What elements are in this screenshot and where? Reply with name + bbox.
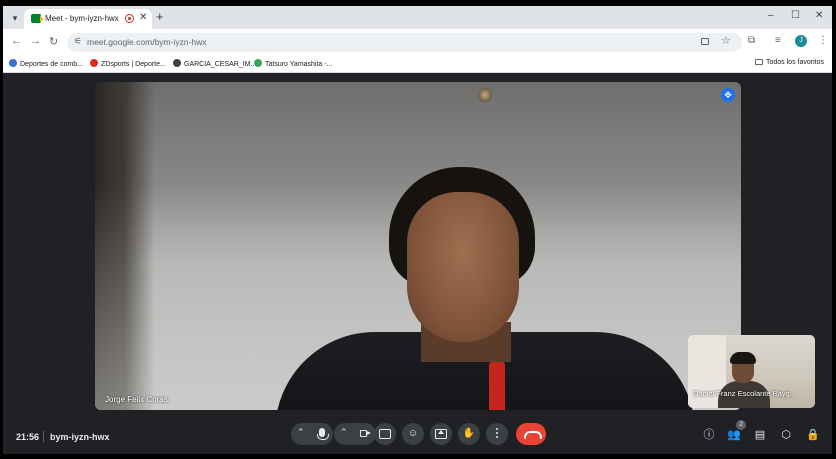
camera-control: ⌃ — [334, 423, 376, 445]
raise-hand-button[interactable]: ✋ — [458, 423, 480, 445]
minimize-button[interactable]: – — [768, 10, 774, 21]
bookmarks-bar: Deportes de comb... ZDsports | Deporte..… — [3, 56, 832, 73]
camera-in-use-icon[interactable] — [701, 38, 709, 45]
hand-icon: ✋ — [462, 428, 476, 439]
bookmark-item[interactable]: GARCIA_CESAR_IM... — [173, 59, 256, 68]
url-text[interactable]: meet.google.com/bym-iyzn-hwx — [87, 37, 207, 47]
present-screen-icon — [435, 429, 447, 439]
people-icon[interactable]: 👥 — [727, 428, 741, 442]
bookmark-item[interactable]: ZDsports | Deporte... — [90, 59, 166, 68]
more-options-button[interactable] — [486, 423, 508, 445]
tab-meet[interactable]: Meet - bym-iyzn-hwx ✕ — [24, 9, 152, 29]
activities-icon[interactable]: ⬡ — [779, 428, 793, 442]
reload-icon[interactable]: ↻ — [49, 35, 58, 48]
bookmark-item[interactable]: Deportes de comb... — [9, 59, 83, 68]
bookmark-item[interactable]: Tatsuro Yamashita -... — [254, 59, 332, 68]
camera-icon — [360, 430, 371, 437]
all-bookmarks-folder[interactable]: Todos los favoritos — [755, 59, 824, 66]
meet-favicon-icon — [31, 14, 44, 23]
meet-stage: ✥ Jorge Felix Coras Daniel Franz Escolan… — [3, 73, 832, 454]
browser-window: ▾ Meet - bym-iyzn-hwx ✕ + – ☐ ✕ ← → ↻ ⚟ … — [3, 6, 832, 454]
close-window-button[interactable]: ✕ — [815, 10, 823, 21]
profile-avatar[interactable]: J — [795, 35, 807, 47]
address-bar[interactable]: ⚟ meet.google.com/bym-iyzn-hwx ☆ — [67, 33, 742, 52]
bookmark-favicon-icon — [254, 59, 262, 67]
more-vertical-icon — [496, 428, 498, 430]
participant-jacket-stripe — [489, 362, 505, 410]
new-tab-button[interactable]: + — [156, 9, 164, 24]
microphone-control: ⌃ — [291, 423, 333, 445]
tab-close-icon[interactable]: ✕ — [139, 12, 147, 23]
menu-kebab-icon[interactable]: ⋮ — [818, 35, 828, 46]
reactions-button[interactable]: ☺ — [402, 423, 424, 445]
maximize-button[interactable]: ☐ — [791, 10, 800, 21]
captions-button[interactable] — [374, 423, 396, 445]
site-info-icon[interactable]: ⚟ — [74, 36, 82, 47]
participant-face — [407, 192, 519, 342]
recording-indicator-icon — [125, 14, 134, 23]
video-options-chevron-icon[interactable]: ⌃ — [340, 427, 348, 438]
bookmark-favicon-icon — [9, 59, 17, 67]
bookmark-star-icon[interactable]: ☆ — [721, 34, 731, 47]
tab-title: Meet - bym-iyzn-hwx — [45, 14, 119, 23]
meeting-details-info-icon[interactable]: ⓘ — [702, 428, 716, 442]
extensions-icon[interactable]: ⧉ — [748, 35, 755, 46]
present-button[interactable] — [430, 423, 452, 445]
leave-call-button[interactable] — [516, 423, 546, 445]
bookmark-favicon-icon — [90, 59, 98, 67]
chat-icon[interactable]: ▤ — [753, 428, 767, 442]
main-participant-name: Jorge Felix Coras — [105, 395, 168, 404]
meeting-clock: 21:56 — [16, 432, 40, 442]
forward-arrow-icon[interactable]: → — [30, 35, 41, 47]
meeting-code: bym-iyzn-hwx — [50, 432, 110, 442]
tile-options-icon[interactable]: ✥ — [721, 88, 735, 102]
video-ceiling-lamp — [478, 88, 492, 102]
divider — [43, 431, 44, 442]
captions-icon — [379, 429, 391, 439]
main-participant-tile[interactable]: ✥ Jorge Felix Coras — [95, 82, 741, 410]
back-arrow-icon[interactable]: ← — [11, 35, 22, 47]
bookmark-favicon-icon — [173, 59, 181, 67]
tab-search-chevron-icon[interactable]: ▾ — [7, 10, 23, 26]
tab-strip: ▾ Meet - bym-iyzn-hwx ✕ + – ☐ ✕ — [3, 6, 832, 29]
reading-list-icon[interactable]: ≡ — [775, 35, 781, 46]
emoji-icon: ☺ — [407, 428, 419, 439]
self-view-tile[interactable]: Daniel Franz Escolante Bayg... — [688, 335, 815, 408]
microphone-icon — [317, 428, 329, 440]
camera-button[interactable] — [354, 423, 376, 445]
audio-options-chevron-icon[interactable]: ⌃ — [297, 427, 305, 438]
self-participant-name: Daniel Franz Escolante Bayg... — [693, 389, 796, 398]
microphone-button[interactable] — [311, 423, 333, 445]
host-controls-lock-icon[interactable]: 🔒 — [806, 428, 820, 442]
folder-icon — [755, 59, 763, 65]
self-view-hair — [730, 352, 756, 364]
browser-toolbar: ← → ↻ ⚟ meet.google.com/bym-iyzn-hwx ☆ ⧉… — [3, 29, 832, 56]
